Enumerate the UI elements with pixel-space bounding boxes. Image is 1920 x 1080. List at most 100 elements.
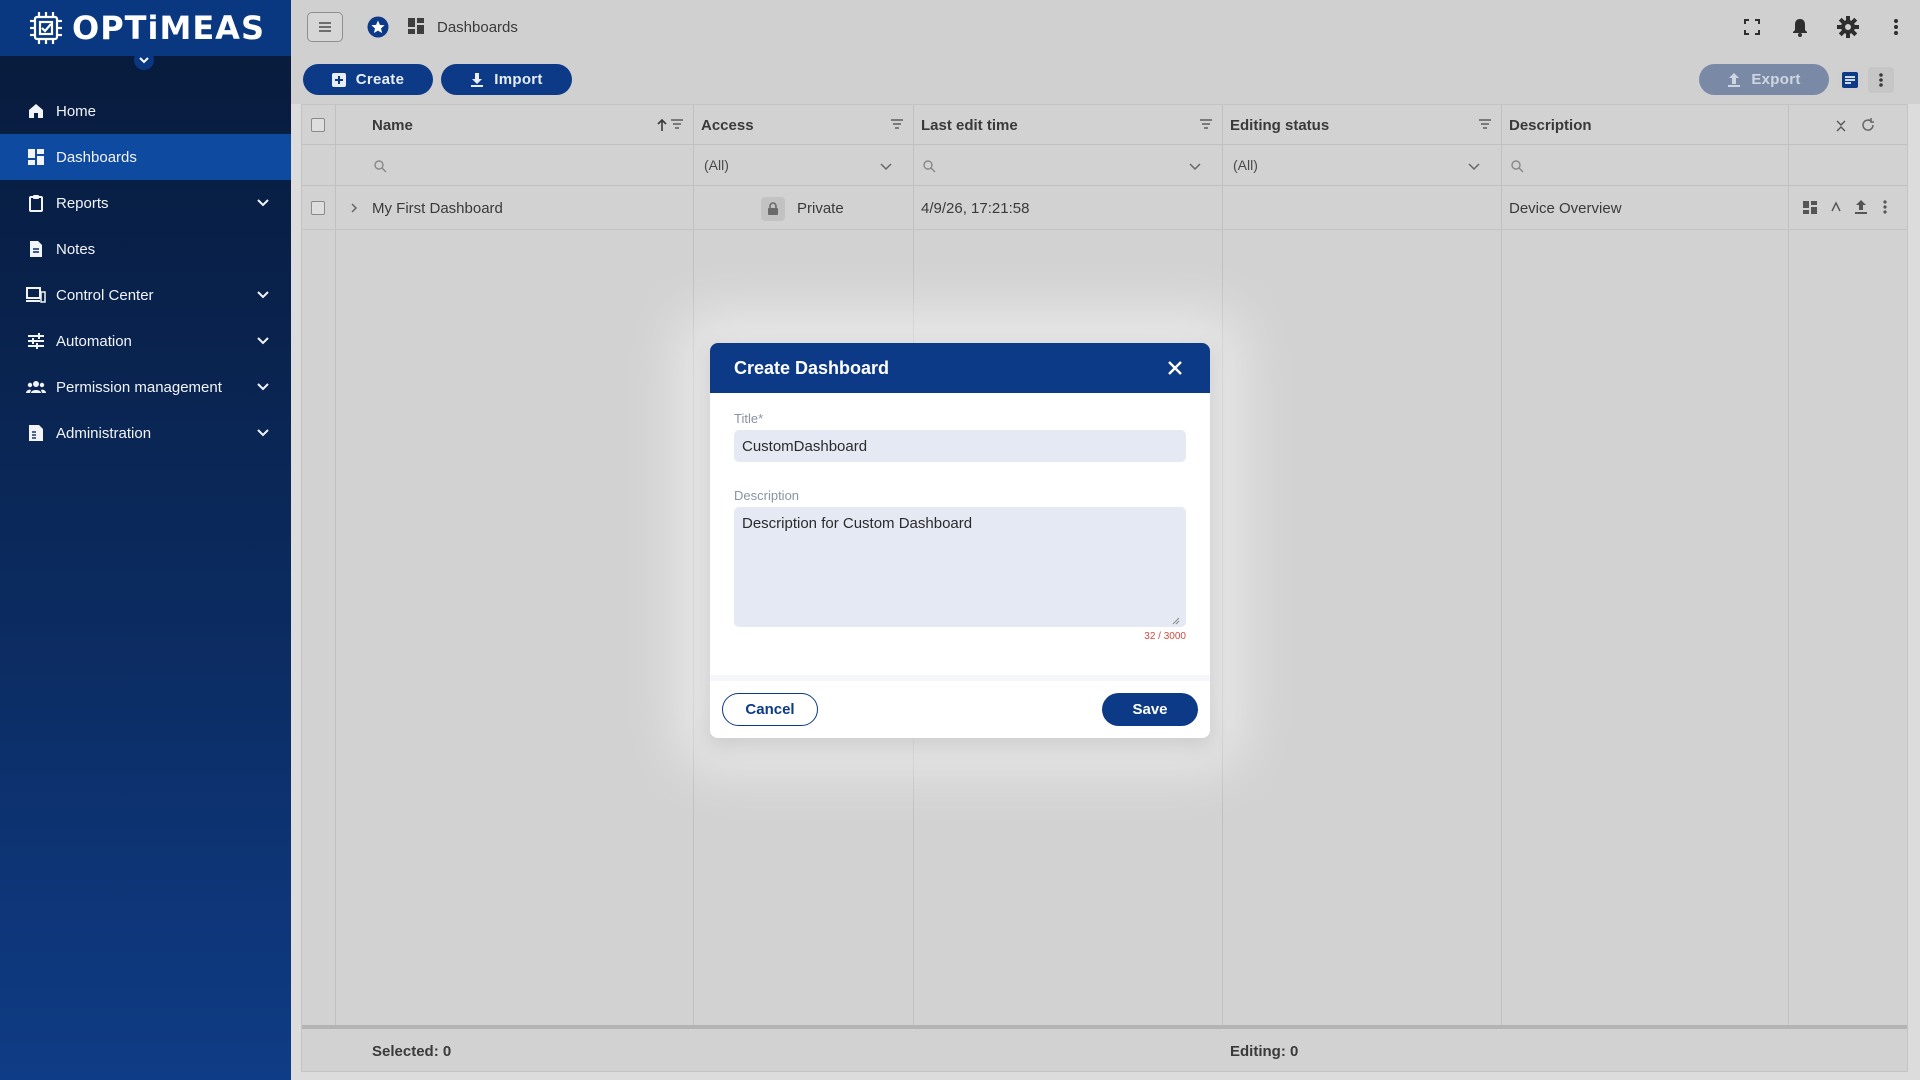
chevron-down-icon [139, 57, 149, 64]
admin-doc-icon [26, 423, 46, 443]
sidebar-item-reports[interactable]: Reports [0, 180, 291, 226]
upload-icon[interactable] [1854, 200, 1870, 216]
import-button-label: Import [494, 71, 543, 88]
export-button-label: Export [1751, 71, 1801, 88]
cancel-button[interactable]: Cancel [722, 693, 818, 726]
sidebar-item-label: Control Center [56, 286, 154, 304]
bell-icon[interactable] [1776, 0, 1824, 54]
more-vert-icon[interactable] [1882, 200, 1898, 216]
column-header-last-edit-time[interactable]: Last edit time [921, 105, 1018, 145]
description-value: Description for Custom Dashboard [742, 515, 973, 532]
table-row[interactable]: My First Dashboard Private 4/9/26, 17:21… [302, 186, 1907, 230]
sidebar-item-label: Home [56, 102, 97, 120]
devices-icon [26, 285, 46, 305]
editing-count: Editing: 0 [1230, 1042, 1299, 1060]
row-description: Device Overview [1509, 199, 1622, 217]
search-icon[interactable] [1510, 159, 1524, 173]
sidebar-item-label: Administration [56, 424, 152, 442]
sidebar: OPTiMEAS Home Dashboards Reports Notes C… [0, 0, 291, 1080]
chevron-down-icon[interactable] [255, 287, 271, 303]
dialog-body: Title* CustomDashboard Description Descr… [710, 393, 1210, 675]
sidebar-item-home[interactable]: Home [0, 88, 291, 134]
chevron-up-icon[interactable] [1829, 200, 1845, 216]
create-button[interactable]: Create [303, 64, 433, 95]
sort-ascending-icon[interactable] [654, 117, 670, 133]
sidebar-item-control-center[interactable]: Control Center [0, 272, 291, 318]
gear-icon[interactable] [1824, 0, 1872, 54]
row-name[interactable]: My First Dashboard [372, 186, 503, 230]
top-bar: Dashboards [291, 0, 1920, 54]
fullscreen-icon[interactable] [1728, 0, 1776, 54]
column-header-description[interactable]: Description [1509, 105, 1592, 145]
chevron-down-icon[interactable] [879, 159, 893, 173]
refresh-icon[interactable] [1860, 117, 1876, 133]
row-checkbox[interactable] [311, 201, 325, 215]
create-dashboard-dialog: Create Dashboard Title* CustomDashboard … [710, 343, 1210, 738]
column-header-access[interactable]: Access [701, 105, 754, 145]
description-field-label: Description [734, 488, 800, 503]
sidebar-collapse-toggle[interactable] [134, 50, 154, 70]
title-input[interactable]: CustomDashboard [734, 430, 1186, 462]
favorite-star-icon[interactable] [367, 16, 389, 38]
chevron-down-icon[interactable] [255, 379, 271, 395]
filter-icon[interactable] [890, 117, 906, 133]
chevron-down-icon[interactable] [255, 425, 271, 441]
dialog-title: Create Dashboard [734, 357, 890, 378]
export-button[interactable]: Export [1699, 64, 1829, 95]
chevron-down-icon[interactable] [255, 333, 271, 349]
document-icon [26, 239, 46, 259]
description-textarea[interactable]: Description for Custom Dashboard [734, 507, 1186, 627]
upload-icon [1727, 72, 1741, 87]
list-icon [1842, 72, 1858, 88]
row-access: Private [797, 199, 844, 217]
sidebar-item-permission-management[interactable]: Permission management [0, 364, 291, 410]
chevron-right-icon[interactable] [346, 200, 362, 216]
collapse-all-icon[interactable] [1834, 119, 1850, 135]
column-header-name[interactable]: Name [372, 105, 413, 145]
chevron-down-icon[interactable] [1188, 159, 1202, 173]
chip-logo-icon [26, 8, 66, 48]
chevron-down-icon[interactable] [1467, 159, 1481, 173]
logo[interactable]: OPTiMEAS [0, 0, 291, 70]
open-dashboard-icon[interactable] [1803, 200, 1819, 216]
access-filter-select[interactable]: (All) [704, 145, 729, 185]
sidebar-item-label: Permission management [56, 378, 222, 396]
import-button[interactable]: Import [441, 64, 572, 95]
menu-toggle-button[interactable] [307, 12, 343, 42]
dashboard-icon [26, 147, 46, 167]
sidebar-item-administration[interactable]: Administration [0, 410, 291, 456]
title-field-label: Title* [734, 411, 764, 426]
sidebar-item-dashboards[interactable]: Dashboards [0, 134, 291, 180]
logo-text: OPTiMEAS [72, 9, 265, 47]
close-icon[interactable] [1164, 357, 1186, 379]
top-right-actions [1728, 0, 1920, 54]
sidebar-item-label: Notes [56, 240, 96, 258]
select-all-checkbox[interactable] [311, 118, 325, 132]
plus-square-icon [331, 72, 346, 87]
sidebar-item-notes[interactable]: Notes [0, 226, 291, 272]
resize-handle-icon [1172, 617, 1180, 625]
grid-header: Name Access Last edit time Editing statu… [302, 105, 1907, 145]
toolbar: Create Import Export [291, 54, 1920, 104]
column-header-editing-status[interactable]: Editing status [1230, 105, 1329, 145]
dialog-footer: Cancel Save [710, 675, 1210, 738]
selected-count: Selected: 0 [372, 1042, 452, 1060]
more-vert-icon[interactable] [1872, 0, 1920, 54]
sliders-icon [26, 331, 46, 351]
toolbar-more-button[interactable] [1868, 67, 1894, 93]
grid-footer: Selected: 0 Editing: 0 [302, 1029, 1907, 1073]
more-vert-icon [1879, 73, 1883, 87]
column-chooser-button[interactable] [1837, 67, 1863, 93]
chevron-down-icon[interactable] [255, 195, 271, 211]
filter-icon[interactable] [1478, 117, 1494, 133]
hamburger-icon [319, 22, 331, 32]
download-icon [470, 72, 484, 87]
save-button[interactable]: Save [1102, 693, 1198, 726]
filter-icon[interactable] [1199, 117, 1215, 133]
sidebar-item-automation[interactable]: Automation [0, 318, 291, 364]
editing-status-filter-select[interactable]: (All) [1233, 145, 1258, 185]
filter-icon[interactable] [670, 117, 686, 133]
search-icon[interactable] [373, 159, 387, 173]
sidebar-item-label: Dashboards [56, 148, 137, 166]
search-icon[interactable] [922, 159, 936, 173]
